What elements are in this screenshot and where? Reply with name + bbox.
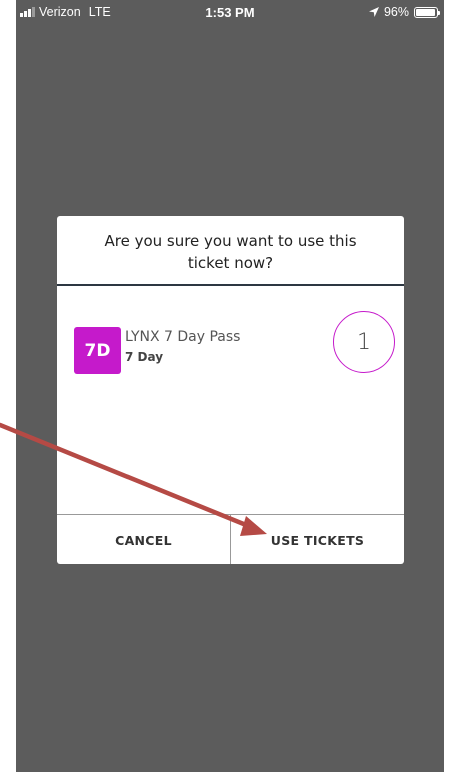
battery-icon xyxy=(414,6,440,18)
battery-level xyxy=(416,8,436,16)
confirm-dialog: Are you sure you want to use this ticket… xyxy=(57,216,404,564)
dialog-title: Are you sure you want to use this ticket… xyxy=(57,216,404,286)
ticket-quantity[interactable]: 1 xyxy=(333,311,395,373)
cancel-button[interactable]: CANCEL xyxy=(57,515,231,564)
battery-percent: 96% xyxy=(383,5,409,19)
ticket-name: LYNX 7 Day Pass xyxy=(125,329,241,345)
phone-screen: Verizon LTE 1:53 PM 96% Are you sure you… xyxy=(16,0,444,772)
use-tickets-button[interactable]: USE TICKETS xyxy=(231,515,404,564)
dialog-actions: CANCEL USE TICKETS xyxy=(57,514,404,564)
ticket-row: 7D LYNX 7 Day Pass 7 Day 1 xyxy=(57,286,404,514)
ticket-badge: 7D xyxy=(74,327,121,374)
status-bar: Verizon LTE 1:53 PM 96% xyxy=(16,0,444,30)
location-arrow-icon xyxy=(368,7,379,17)
status-right: 96% xyxy=(368,5,440,19)
ticket-duration: 7 Day xyxy=(125,350,164,364)
